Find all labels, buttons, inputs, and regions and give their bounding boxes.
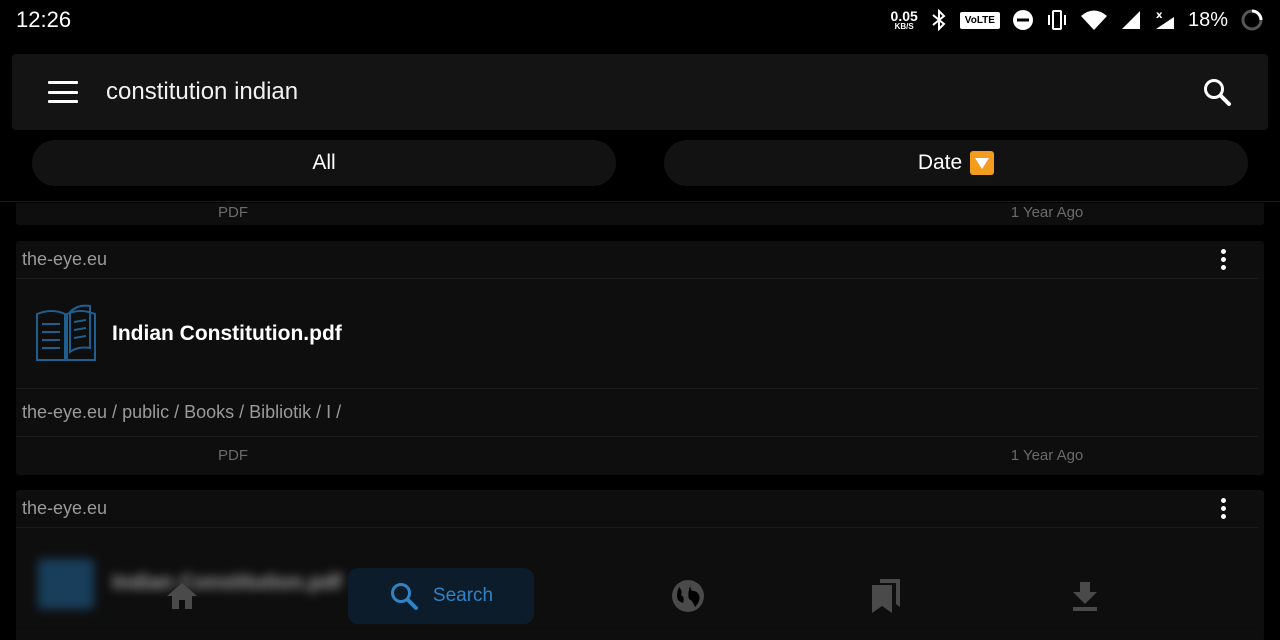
result-card[interactable]: the-eye.eu Indian Constitution.pdf the-e… [16, 241, 1264, 475]
nav-bookmarks[interactable] [854, 568, 918, 624]
battery-ring-icon [1241, 9, 1263, 31]
result-type: PDF [218, 203, 248, 221]
result-meta: PDF 1 Year Ago [16, 203, 1264, 225]
result-age: 1 Year Ago [1010, 446, 1084, 464]
result-meta: PDF 1 Year Ago [16, 437, 1264, 473]
result-body[interactable]: Indian Constitution.pdf [16, 279, 1258, 389]
result-card[interactable]: PDF 1 Year Ago [16, 203, 1264, 225]
book-icon [36, 304, 96, 361]
signal-icon [1121, 11, 1140, 29]
more-options-icon[interactable] [1221, 249, 1226, 270]
sort-date-button[interactable]: Date [664, 140, 1248, 186]
download-icon [1073, 582, 1097, 611]
menu-icon[interactable] [48, 81, 78, 103]
result-header: the-eye.eu [16, 241, 1258, 279]
battery-percent: 18% [1187, 8, 1228, 31]
bookmarks-icon [872, 579, 900, 613]
result-age: 1 Year Ago [1010, 203, 1084, 221]
status-icons: 0.05 KB/S VoLTE x 18% [891, 8, 1264, 32]
dnd-icon [1012, 10, 1033, 30]
volte-badge: VoLTE [959, 11, 1000, 29]
filter-all-button[interactable]: All [32, 140, 616, 186]
status-bar: 12:26 0.05 KB/S VoLTE x 18% [0, 0, 1280, 40]
result-source: the-eye.eu [22, 498, 108, 518]
search-input[interactable]: constitution indian [106, 78, 298, 106]
status-time: 12:26 [16, 7, 72, 32]
result-type: PDF [218, 446, 248, 464]
net-speed-unit: KB/S [894, 22, 914, 31]
nav-search[interactable]: Search [348, 568, 534, 624]
bottom-nav: Search [0, 560, 1280, 640]
result-header: the-eye.eu [16, 490, 1258, 528]
filter-all-label: All [312, 151, 336, 174]
filter-row: All Date [0, 132, 1280, 202]
svg-text:x: x [1156, 10, 1163, 21]
nav-home[interactable] [150, 568, 214, 624]
result-source: the-eye.eu [22, 249, 108, 269]
sort-down-icon [970, 151, 995, 175]
nav-downloads[interactable] [1053, 568, 1117, 624]
wifi-icon [1080, 10, 1107, 30]
net-speed: 0.05 KB/S [891, 9, 918, 31]
sort-date-label: Date [917, 151, 963, 174]
search-bar: constitution indian [12, 54, 1268, 130]
signal-x-icon: x [1155, 10, 1174, 29]
bluetooth-icon [932, 9, 946, 31]
nav-web[interactable] [656, 568, 720, 624]
result-path: the-eye.eu / public / Books / Bibliotik … [16, 389, 1258, 437]
nav-search-label: Search [432, 585, 494, 606]
net-speed-value: 0.05 [890, 8, 918, 24]
home-icon [167, 583, 197, 609]
result-title[interactable]: Indian Constitution.pdf [112, 322, 342, 346]
search-icon[interactable] [1202, 77, 1232, 107]
vibrate-icon [1047, 10, 1066, 30]
globe-icon [672, 580, 704, 612]
more-options-icon[interactable] [1221, 498, 1226, 519]
search-icon [390, 583, 418, 610]
